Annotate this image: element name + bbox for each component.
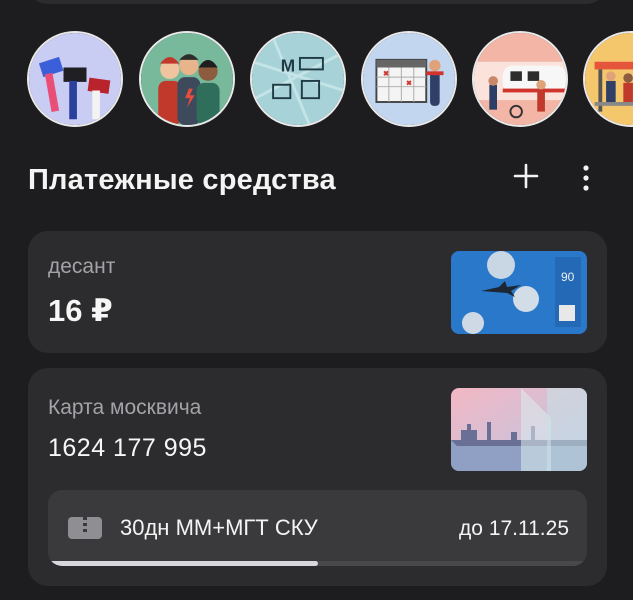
ticket-progress-fill [48,561,318,566]
card-image: 90 [451,251,587,334]
payment-card-desant[interactable]: десант 16 ₽ 90 [28,231,607,353]
section-title: Платежные средства [28,164,336,196]
hands-with-cards-icon [29,33,121,125]
parachute-card-image: 90 [451,251,587,334]
card-name: Карта москвича [48,396,202,419]
ticket-valid-until: до 17.11.25 [459,517,569,540]
ticket-item[interactable]: 30дн ММ+МГТ СКУ до 17.11.25 [48,490,587,566]
bus-stop-icon [585,33,633,125]
story-calendar[interactable] [361,31,457,127]
calendar-icon [363,33,455,125]
more-vertical-icon [583,165,589,191]
story-station[interactable] [472,31,568,127]
stories-carousel[interactable]: М [27,31,633,133]
card-number: 1624 177 995 [48,434,207,462]
train-platform-icon [474,33,566,125]
story-transport-map[interactable]: М [250,31,346,127]
card-balance: 16 ₽ [48,293,113,328]
svg-text:90: 90 [561,270,575,284]
previous-card-edge [26,0,608,4]
plus-icon [513,163,539,189]
card-name: десант [48,255,116,278]
add-payment-button[interactable] [512,162,540,190]
moscow-cityscape-card-image [451,388,587,471]
story-community[interactable] [139,31,235,127]
metro-mcd-map-icon: М [252,33,344,125]
more-options-button[interactable] [576,162,596,194]
payment-methods-header: Платежные средства [28,158,606,202]
ticket-name: 30дн ММ+МГТ СКУ [120,515,318,540]
card-image [451,388,587,471]
payment-card-moskvich[interactable]: Карта москвича 1624 177 995 30дн ММ+МГТ … [28,368,607,586]
ticket-icon [68,517,102,539]
story-voting[interactable] [27,31,123,127]
svg-text:М: М [281,55,295,75]
friends-group-icon [141,33,233,125]
story-bus-stop[interactable] [583,31,633,127]
